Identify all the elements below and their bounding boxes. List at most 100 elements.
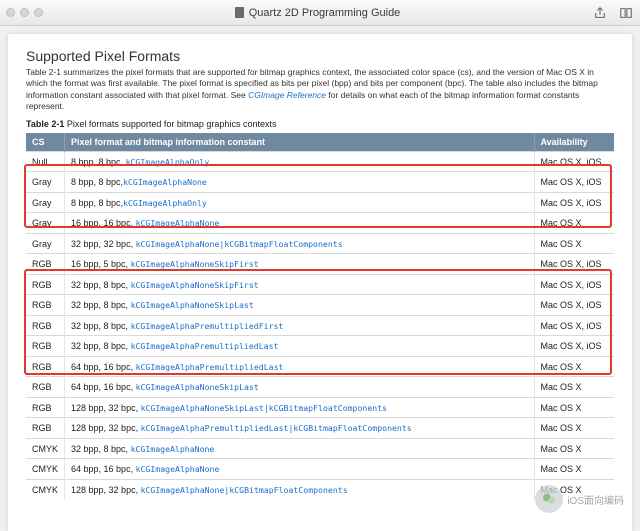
window-titlebar: Quartz 2D Programming Guide (0, 0, 640, 26)
cell-availability: Mac OS X, iOS (534, 274, 614, 295)
cell-format: 16 bpp, 5 bpc, kCGImageAlphaNoneSkipFirs… (65, 254, 534, 275)
cell-cs: Gray (26, 233, 65, 254)
cell-format: 16 bpp, 16 bpc, kCGImageAlphaNone (65, 213, 534, 234)
table-header-row: CS Pixel format and bitmap information c… (26, 133, 614, 152)
cell-format: 32 bpp, 8 bpc, kCGImageAlphaPremultiplie… (65, 336, 534, 357)
cell-availability: Mac OS X, iOS (534, 151, 614, 172)
cell-availability: Mac OS X, iOS (534, 172, 614, 193)
bitmap-constant: kCGImageAlphaOnly (126, 157, 210, 167)
bitmap-constant: kCGImageAlphaNone (131, 444, 215, 454)
cell-availability: Mac OS X (534, 438, 614, 459)
format-prefix: 64 bpp, 16 bpc, (71, 362, 136, 372)
cell-cs: Null (26, 151, 65, 172)
format-prefix: 16 bpp, 16 bpc, (71, 218, 136, 228)
cell-cs: CMYK (26, 459, 65, 480)
format-prefix: 8 bpp, 8 bpc, (71, 157, 126, 167)
cell-availability: Mac OS X, iOS (534, 315, 614, 336)
cell-cs: RGB (26, 295, 65, 316)
cell-cs: Gray (26, 172, 65, 193)
cgimage-reference-link[interactable]: CGImage Reference (248, 90, 326, 100)
window-title-text: Quartz 2D Programming Guide (249, 7, 401, 19)
cell-format: 64 bpp, 16 bpc, kCGImageAlphaNone (65, 459, 534, 480)
table-caption-text: Pixel formats supported for bitmap graph… (64, 119, 276, 129)
format-prefix: 32 bpp, 8 bpc, (71, 280, 131, 290)
bitmap-constant: kCGImageAlphaPremultipliedFirst (131, 321, 284, 331)
bitmap-constant: kCGImageAlphaNoneSkipLast (136, 382, 259, 392)
format-prefix: 16 bpp, 5 bpc, (71, 259, 131, 269)
bitmap-constant: kCGImageAlphaNoneSkipLast (131, 300, 254, 310)
col-header-format: Pixel format and bitmap information cons… (65, 133, 534, 152)
bitmap-constant: kCGBitmapFloatComponents (224, 239, 342, 249)
table-row: RGB 32 bpp, 8 bpc, kCGImageAlphaNoneSkipL… (26, 295, 614, 316)
traffic-lights (6, 8, 43, 17)
col-header-availability: Availability (534, 133, 614, 152)
table-row: Gray8 bpp, 8 bpc,kCGImageAlphaOnlyMac OS… (26, 192, 614, 213)
cell-cs: Gray (26, 192, 65, 213)
cell-format: 64 bpp, 16 bpc, kCGImageAlphaNoneSkipLas… (65, 377, 534, 398)
cell-cs: RGB (26, 418, 65, 439)
bitmap-constant: kCGImageAlphaNone (136, 464, 220, 474)
cell-format: 64 bpp, 16 bpc, kCGImageAlphaPremultipli… (65, 356, 534, 377)
format-prefix: 32 bpp, 8 bpc, (71, 321, 131, 331)
cell-availability: Mac OS X (534, 233, 614, 254)
table-row: Null8 bpp, 8 bpc, kCGImageAlphaOnlyMac O… (26, 151, 614, 172)
zoom-icon[interactable] (34, 8, 43, 17)
format-prefix: 128 bpp, 32 bpc, (71, 485, 141, 495)
cell-format: 128 bpp, 32 bpc, kCGImageAlphaPremultipl… (65, 418, 534, 439)
cell-cs: RGB (26, 377, 65, 398)
document-page: Supported Pixel Formats Table 2-1 summar… (8, 34, 632, 531)
bitmap-constant: kCGImageAlphaNone (136, 218, 220, 228)
minimize-icon[interactable] (20, 8, 29, 17)
cell-availability: Mac OS X (534, 377, 614, 398)
table-row: RGB 32 bpp, 8 bpc, kCGImageAlphaNoneSkipF… (26, 274, 614, 295)
close-icon[interactable] (6, 8, 15, 17)
share-icon[interactable] (592, 5, 608, 21)
cell-cs: CMYK (26, 479, 65, 500)
document-icon (235, 7, 244, 18)
cell-format: 128 bpp, 32 bpc, kCGImageAlphaNoneSkipLa… (65, 397, 534, 418)
bitmap-constant: kCGImageAlphaNone (123, 177, 207, 187)
wechat-icon (535, 485, 563, 513)
bitmap-constant: kCGImageAlphaNone (136, 239, 220, 249)
format-prefix: 32 bpp, 32 bpc, (71, 239, 136, 249)
cell-availability: Mac OS X (534, 397, 614, 418)
intro-paragraph: Table 2-1 summarizes the pixel formats t… (26, 67, 614, 113)
col-header-cs: CS (26, 133, 65, 152)
bitmap-constant: kCGImageAlphaPremultipliedLast (136, 362, 284, 372)
watermark-text: iOS面向编码 (567, 492, 624, 507)
cell-format: 32 bpp, 8 bpc, kCGImageAlphaPremultiplie… (65, 315, 534, 336)
bitmap-constant: kCGImageAlphaNoneSkipLast (141, 403, 264, 413)
format-prefix: 32 bpp, 8 bpc, (71, 341, 131, 351)
section-heading: Supported Pixel Formats (26, 48, 614, 64)
cell-format: 128 bpp, 32 bpc, kCGImageAlphaNone|kCGBi… (65, 479, 534, 500)
cell-format: 8 bpp, 8 bpc,kCGImageAlphaNone (65, 172, 534, 193)
table-row: RGB64 bpp, 16 bpc, kCGImageAlphaPremulti… (26, 356, 614, 377)
table-row: RGB128 bpp, 32 bpc, kCGImageAlphaPremult… (26, 418, 614, 439)
table-row: RGB16 bpp, 5 bpc, kCGImageAlphaNoneSkipF… (26, 254, 614, 275)
format-prefix: 32 bpp, 8 bpc, (71, 300, 131, 310)
intro-text: Table 2-1 summarizes the pixel formats t… (26, 67, 460, 77)
cell-availability: Mac OS X (534, 213, 614, 234)
table-row: CMYK32 bpp, 8 bpc, kCGImageAlphaNoneMac … (26, 438, 614, 459)
cell-format: 8 bpp, 8 bpc, kCGImageAlphaOnly (65, 151, 534, 172)
bitmap-constant: kCGImageAlphaNoneSkipFirst (131, 280, 259, 290)
cell-format: 8 bpp, 8 bpc,kCGImageAlphaOnly (65, 192, 534, 213)
bitmap-constant: kCGBitmapFloatComponents (293, 423, 411, 433)
cell-cs: Gray (26, 213, 65, 234)
table-caption: Table 2-1 Pixel formats supported for bi… (26, 119, 614, 129)
format-prefix: 8 bpp, 8 bpc, (71, 198, 123, 208)
table-row: RGB128 bpp, 32 bpc, kCGImageAlphaNoneSki… (26, 397, 614, 418)
format-prefix: 8 bpp, 8 bpc, (71, 177, 123, 187)
bookmarks-icon[interactable] (618, 5, 634, 21)
cell-cs: RGB (26, 315, 65, 336)
cell-cs: CMYK (26, 438, 65, 459)
bitmap-constant: kCGImageAlphaPremultipliedLast (131, 341, 279, 351)
table-row: Gray8 bpp, 8 bpc,kCGImageAlphaNoneMac OS… (26, 172, 614, 193)
cell-format: 32 bpp, 8 bpc, kCGImageAlphaNone (65, 438, 534, 459)
table-row: Gray32 bpp, 32 bpc, kCGImageAlphaNone|kC… (26, 233, 614, 254)
table-row: CMYK128 bpp, 32 bpc, kCGImageAlphaNone|k… (26, 479, 614, 500)
cell-cs: RGB (26, 254, 65, 275)
cell-availability: Mac OS X (534, 418, 614, 439)
format-prefix: 128 bpp, 32 bpc, (71, 423, 141, 433)
cell-cs: RGB (26, 274, 65, 295)
